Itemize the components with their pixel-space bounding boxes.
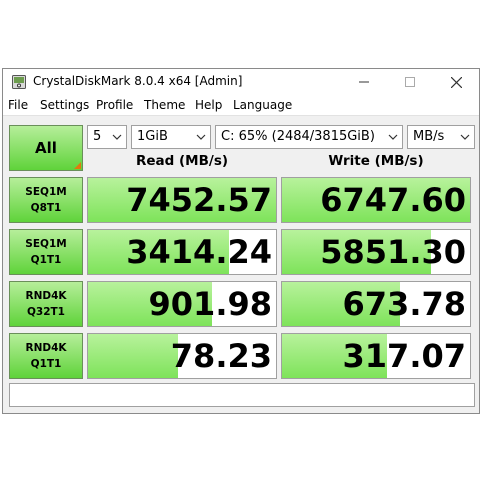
read-value: 3414.24 [126,233,272,271]
write-result-rnd4k-q32t1: 673.78 [281,281,471,327]
menu-bar: File Settings Profile Theme Help Languag… [3,95,479,116]
close-button[interactable] [433,69,479,95]
test-params: Q32T1 [26,306,65,318]
read-bar [88,334,179,378]
run-all-button[interactable]: All [9,125,83,171]
test-params: Q1T1 [30,358,62,370]
drive-value: C: 65% (2484/3815GiB) [221,129,375,144]
chevron-down-icon [460,134,470,140]
write-result-seq1m-q8t1: 6747.60 [281,177,471,223]
menu-theme[interactable]: Theme [144,98,185,112]
write-value: 5851.30 [320,233,466,271]
test-count-value: 5 [93,129,102,144]
read-header: Read (MB/s) [135,153,229,169]
test-button-seq1m-q1t1[interactable]: SEQ1M Q1T1 [9,229,83,275]
write-value: 6747.60 [320,181,466,219]
unit-value: MB/s [413,129,445,144]
read-value: 78.23 [170,337,272,375]
write-result-rnd4k-q1t1: 317.07 [281,333,471,379]
chevron-down-icon [112,134,122,140]
test-button-rnd4k-q1t1[interactable]: RND4K Q1T1 [9,333,83,379]
test-params: Q8T1 [30,202,62,214]
write-value: 673.78 [342,285,466,323]
menu-file[interactable]: File [8,98,28,112]
test-name: SEQ1M [25,186,67,198]
chevron-down-icon [388,134,398,140]
maximize-icon [405,77,415,87]
disk-app-icon [12,75,26,89]
run-all-label: All [35,139,57,157]
write-header: Write (MB/s) [328,153,424,169]
write-value: 317.07 [342,337,466,375]
menu-language[interactable]: Language [233,98,292,112]
menu-settings[interactable]: Settings [40,98,89,112]
test-name: SEQ1M [25,238,67,250]
read-result-rnd4k-q32t1: 901.98 [87,281,277,327]
test-button-seq1m-q8t1[interactable]: SEQ1M Q8T1 [9,177,83,223]
title-bar[interactable]: CrystalDiskMark 8.0.4 x64 [Admin] [3,69,479,95]
corner-marker [74,162,81,169]
unit-select[interactable]: MB/s [407,125,475,149]
maximize-button[interactable] [387,69,433,95]
chevron-down-icon [196,134,206,140]
drive-select[interactable]: C: 65% (2484/3815GiB) [215,125,403,149]
test-name: RND4K [25,342,67,354]
test-params: Q1T1 [30,254,62,266]
test-count-select[interactable]: 5 [87,125,127,149]
read-result-seq1m-q8t1: 7452.57 [87,177,277,223]
write-result-seq1m-q1t1: 5851.30 [281,229,471,275]
window-title: CrystalDiskMark 8.0.4 x64 [Admin] [33,74,243,88]
minimize-icon [359,81,369,83]
minimize-button[interactable] [341,69,387,95]
test-button-rnd4k-q32t1[interactable]: RND4K Q32T1 [9,281,83,327]
close-icon [450,76,462,88]
app-window: CrystalDiskMark 8.0.4 x64 [Admin] File S… [2,68,480,414]
comment-field[interactable] [9,383,475,407]
test-size-value: 1GiB [137,129,168,144]
read-result-seq1m-q1t1: 3414.24 [87,229,277,275]
read-value: 7452.57 [126,181,272,219]
test-name: RND4K [25,290,67,302]
test-size-select[interactable]: 1GiB [131,125,211,149]
menu-profile[interactable]: Profile [96,98,133,112]
read-result-rnd4k-q1t1: 78.23 [87,333,277,379]
read-value: 901.98 [148,285,272,323]
menu-help[interactable]: Help [195,98,222,112]
